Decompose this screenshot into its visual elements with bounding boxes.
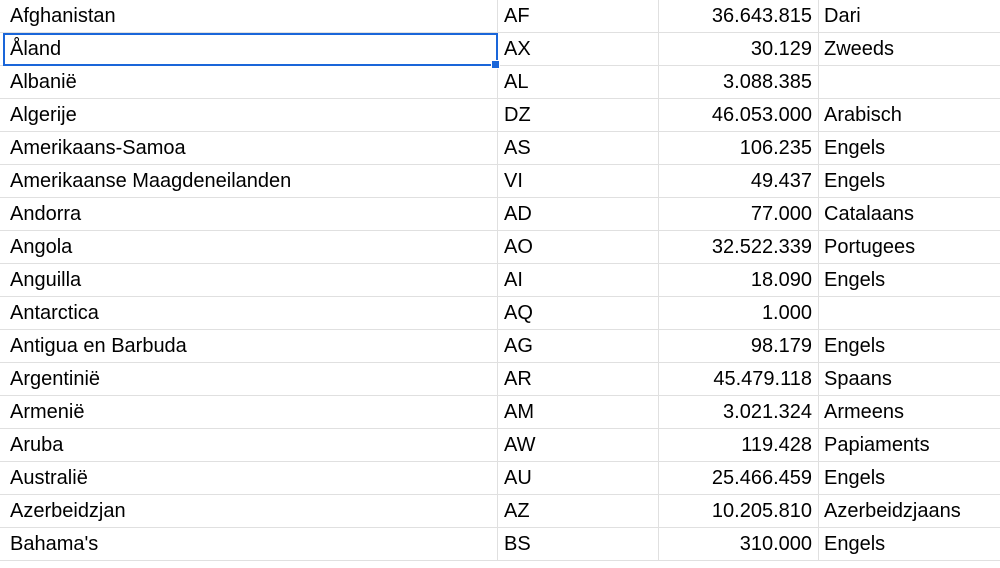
country-code-cell[interactable]: VI [498, 165, 659, 198]
country-name-cell[interactable]: Algerije [0, 99, 498, 132]
language-cell[interactable]: Catalaans [819, 198, 1000, 231]
table-row: Albanië AL 3.088.385 [0, 66, 1000, 99]
population-cell[interactable]: 18.090 [659, 264, 819, 297]
country-code-cell[interactable]: AS [498, 132, 659, 165]
language-cell[interactable]: Engels [819, 330, 1000, 363]
table-row: Anguilla AI 18.090 Engels [0, 264, 1000, 297]
table-row: Afghanistan AF 36.643.815 Dari [0, 0, 1000, 33]
population-cell[interactable]: 3.021.324 [659, 396, 819, 429]
country-name-cell[interactable]: Afghanistan [0, 0, 498, 33]
table-row: Angola AO 32.522.339 Portugees [0, 231, 1000, 264]
country-code-cell[interactable]: AZ [498, 495, 659, 528]
language-cell[interactable]: Engels [819, 165, 1000, 198]
table-row: Amerikaans-Samoa AS 106.235 Engels [0, 132, 1000, 165]
country-code-cell[interactable]: AX [498, 33, 659, 66]
population-cell[interactable]: 3.088.385 [659, 66, 819, 99]
country-name-cell[interactable]: Australië [0, 462, 498, 495]
country-name-cell[interactable]: Anguilla [0, 264, 498, 297]
country-name-cell[interactable]: Armenië [0, 396, 498, 429]
population-cell[interactable]: 30.129 [659, 33, 819, 66]
population-cell[interactable]: 32.522.339 [659, 231, 819, 264]
country-code-cell[interactable]: AU [498, 462, 659, 495]
country-code-cell[interactable]: AO [498, 231, 659, 264]
country-name-cell[interactable]: Antarctica [0, 297, 498, 330]
spreadsheet-grid: Afghanistan AF 36.643.815 Dari Åland AX … [0, 0, 1000, 568]
country-code-cell[interactable]: AF [498, 0, 659, 33]
population-cell[interactable]: 77.000 [659, 198, 819, 231]
country-code-cell[interactable]: AD [498, 198, 659, 231]
country-code-cell[interactable]: AG [498, 330, 659, 363]
country-name-cell[interactable]: Angola [0, 231, 498, 264]
table-row: Armenië AM 3.021.324 Armeens [0, 396, 1000, 429]
population-cell[interactable]: 10.205.810 [659, 495, 819, 528]
country-code-cell[interactable]: AM [498, 396, 659, 429]
language-cell[interactable]: Dari [819, 0, 1000, 33]
table-row: Argentinië AR 45.479.118 Spaans [0, 363, 1000, 396]
language-cell[interactable]: Portugees [819, 231, 1000, 264]
country-name-cell[interactable]: Antigua en Barbuda [0, 330, 498, 363]
language-cell[interactable]: Arabisch [819, 99, 1000, 132]
table-row: Australië AU 25.466.459 Engels [0, 462, 1000, 495]
language-cell[interactable]: Engels [819, 462, 1000, 495]
country-name-cell[interactable]: Andorra [0, 198, 498, 231]
language-cell[interactable]: Zweeds [819, 33, 1000, 66]
country-code-cell[interactable]: DZ [498, 99, 659, 132]
table-row: Andorra AD 77.000 Catalaans [0, 198, 1000, 231]
language-cell[interactable]: Engels [819, 264, 1000, 297]
table-row: Åland AX 30.129 Zweeds [0, 33, 1000, 66]
table-row: Bahama's BS 310.000 Engels [0, 528, 1000, 561]
table-row: Amerikaanse Maagdeneilanden VI 49.437 En… [0, 165, 1000, 198]
country-code-cell[interactable]: AW [498, 429, 659, 462]
population-cell[interactable]: 98.179 [659, 330, 819, 363]
population-cell[interactable]: 46.053.000 [659, 99, 819, 132]
population-cell[interactable]: 119.428 [659, 429, 819, 462]
population-cell[interactable]: 106.235 [659, 132, 819, 165]
table-row: Aruba AW 119.428 Papiaments [0, 429, 1000, 462]
population-cell[interactable]: 49.437 [659, 165, 819, 198]
population-cell[interactable]: 1.000 [659, 297, 819, 330]
country-name-cell[interactable]: Bahama's [0, 528, 498, 561]
country-name-cell[interactable]: Albanië [0, 66, 498, 99]
language-cell[interactable] [819, 66, 1000, 99]
language-cell[interactable] [819, 297, 1000, 330]
language-cell[interactable]: Armeens [819, 396, 1000, 429]
country-name-cell[interactable]: Amerikaans-Samoa [0, 132, 498, 165]
country-code-cell[interactable]: AL [498, 66, 659, 99]
country-name-cell[interactable]: Åland [0, 33, 498, 66]
table-row: Antigua en Barbuda AG 98.179 Engels [0, 330, 1000, 363]
country-name-cell[interactable]: Azerbeidzjan [0, 495, 498, 528]
population-cell[interactable]: 45.479.118 [659, 363, 819, 396]
country-code-cell[interactable]: AI [498, 264, 659, 297]
country-code-cell[interactable]: AQ [498, 297, 659, 330]
population-cell[interactable]: 310.000 [659, 528, 819, 561]
population-cell[interactable]: 36.643.815 [659, 0, 819, 33]
table-row: Azerbeidzjan AZ 10.205.810 Azerbeidzjaan… [0, 495, 1000, 528]
country-name-cell[interactable]: Aruba [0, 429, 498, 462]
country-code-cell[interactable]: BS [498, 528, 659, 561]
population-cell[interactable]: 25.466.459 [659, 462, 819, 495]
table-row: Algerije DZ 46.053.000 Arabisch [0, 99, 1000, 132]
language-cell[interactable]: Engels [819, 528, 1000, 561]
country-name-cell[interactable]: Amerikaanse Maagdeneilanden [0, 165, 498, 198]
table-row: Antarctica AQ 1.000 [0, 297, 1000, 330]
country-name-cell[interactable]: Argentinië [0, 363, 498, 396]
language-cell[interactable]: Spaans [819, 363, 1000, 396]
language-cell[interactable]: Azerbeidzjaans [819, 495, 1000, 528]
fill-handle[interactable] [491, 60, 500, 69]
language-cell[interactable]: Papiaments [819, 429, 1000, 462]
language-cell[interactable]: Engels [819, 132, 1000, 165]
country-code-cell[interactable]: AR [498, 363, 659, 396]
